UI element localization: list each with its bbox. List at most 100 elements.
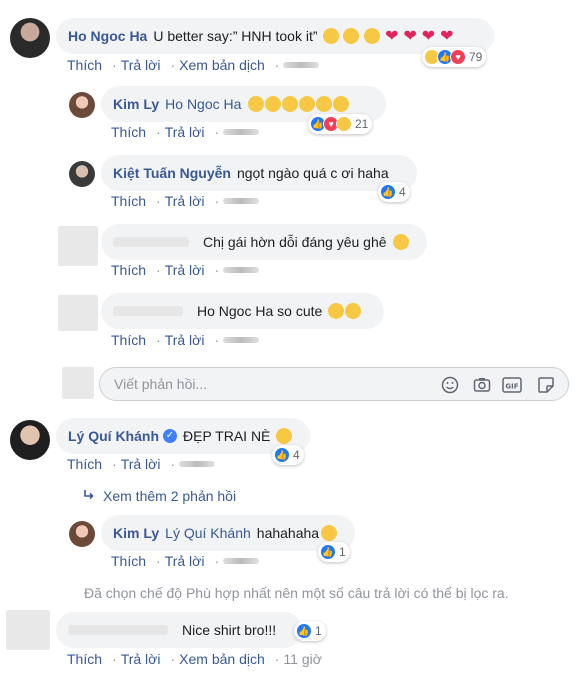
- separator: ·: [170, 651, 176, 667]
- separator: ·: [170, 57, 176, 73]
- face-with-hand-over-mouth-emoji-icon: [248, 96, 265, 112]
- face-blowing-kiss-emoji-icon: [316, 96, 333, 112]
- like-reaction-icon: 👍: [274, 447, 290, 463]
- reply-input[interactable]: [114, 376, 414, 392]
- more-replies-label: Xem thêm 2 phản hồi: [103, 488, 237, 504]
- camera-icon[interactable]: [472, 375, 492, 395]
- reply-link[interactable]: Trả lời: [121, 651, 161, 667]
- avatar[interactable]: [69, 521, 95, 547]
- comment-actions: Thích · Trả lời ·: [111, 332, 269, 348]
- tagged-user[interactable]: Lý Quí Khánh: [165, 525, 251, 541]
- timestamp-blurred: [179, 461, 216, 467]
- comment-text: ĐẸP TRAI NÈ: [183, 428, 271, 444]
- like-reaction-icon: 👍: [296, 623, 312, 639]
- avatar-blurred[interactable]: [6, 610, 50, 650]
- reaction-summary[interactable]: 👍 1: [318, 542, 350, 562]
- reply-arrow-icon: [83, 488, 95, 504]
- see-translation-link[interactable]: Xem bản dịch: [179, 651, 265, 667]
- heart-eyes-emoji-icon: [345, 303, 362, 319]
- reply-link[interactable]: Trả lời: [121, 57, 161, 73]
- comment-bubble: Chị gái hờn dỗi đáng yêu ghê: [101, 224, 427, 260]
- avatar[interactable]: [10, 18, 50, 58]
- commenter-name-blurred[interactable]: [113, 306, 183, 316]
- avatar-blurred[interactable]: [58, 226, 98, 266]
- tagged-user[interactable]: Ho Ngoc Ha: [165, 96, 241, 112]
- comment-bubble: Lý Quí Khánh ✓ ĐẸP TRAI NÈ: [56, 418, 310, 454]
- heart-eyes-emoji-icon: [392, 234, 409, 250]
- timestamp-blurred: [223, 267, 260, 273]
- more-replies-link[interactable]: Xem thêm 2 phản hồi: [83, 488, 236, 504]
- comment-actions: Thích · Trả lời · Xem bản dịch ·: [67, 57, 329, 73]
- like-link[interactable]: Thích: [111, 193, 146, 209]
- avatar-blurred[interactable]: [58, 295, 98, 331]
- commenter-name[interactable]: Kim Ly: [113, 525, 159, 541]
- emoji-picker-icon[interactable]: [440, 375, 460, 395]
- reaction-count: 4: [399, 185, 406, 199]
- reaction-count: 21: [355, 117, 369, 131]
- reply-link[interactable]: Trả lời: [165, 193, 205, 209]
- avatar[interactable]: [69, 92, 95, 118]
- reply-link[interactable]: Trả lời: [165, 332, 205, 348]
- reaction-count: 4: [293, 448, 300, 462]
- like-link[interactable]: Thích: [67, 456, 102, 472]
- separator: ·: [112, 651, 117, 667]
- separator: ·: [156, 193, 161, 209]
- like-link[interactable]: Thích: [67, 57, 102, 73]
- reply-link[interactable]: Trả lời: [165, 262, 205, 278]
- face-with-hand-over-mouth-emoji-icon: [282, 96, 299, 112]
- avatar-blurred: [62, 367, 94, 399]
- separator: ·: [214, 124, 220, 140]
- separator: ·: [274, 651, 280, 667]
- reply-link[interactable]: Trả lời: [165, 553, 205, 569]
- reaction-summary[interactable]: 👍 ♥ 79: [422, 47, 487, 67]
- timestamp[interactable]: 11 giờ: [283, 651, 322, 667]
- reply-input-box[interactable]: GIF: [99, 367, 569, 401]
- separator: ·: [156, 553, 161, 569]
- like-reaction-icon: 👍: [380, 184, 396, 200]
- commenter-name[interactable]: Kiệt Tuấn Nguyễn: [113, 165, 231, 181]
- reply-link[interactable]: Trả lời: [165, 124, 205, 140]
- smiling-sweat-emoji-icon: [276, 428, 293, 444]
- separator: ·: [214, 193, 220, 209]
- comment-bubble: Kim Ly Lý Quí Khánh hahahaha: [101, 515, 355, 551]
- comment-bubble: Ho Ngoc Ha so cute: [101, 293, 384, 329]
- like-link[interactable]: Thích: [111, 124, 146, 140]
- timestamp-blurred: [223, 337, 260, 343]
- red-heart-emoji-icon: ❤: [403, 28, 417, 45]
- separator: ·: [112, 456, 117, 472]
- emoji-group: ❤ ❤ ❤ ❤: [322, 26, 453, 46]
- like-link[interactable]: Thích: [111, 332, 146, 348]
- reaction-summary[interactable]: 👍 1: [294, 621, 326, 641]
- timestamp-blurred: [223, 558, 260, 564]
- timestamp-blurred: [223, 129, 260, 135]
- comment-text: ngọt ngào quá c ơi haha: [236, 165, 389, 181]
- comment-text: Chị gái hờn dỗi đáng yêu ghê: [203, 234, 387, 250]
- like-link[interactable]: Thích: [111, 262, 146, 278]
- separator: ·: [156, 124, 161, 140]
- commenter-name-blurred[interactable]: [68, 625, 168, 635]
- reply-link[interactable]: Trả lời: [121, 456, 161, 472]
- see-translation-link[interactable]: Xem bản dịch: [179, 57, 265, 73]
- like-link[interactable]: Thích: [67, 651, 102, 667]
- avatar[interactable]: [10, 420, 50, 460]
- commenter-name[interactable]: Ho Ngoc Ha: [68, 28, 147, 44]
- gif-icon[interactable]: GIF: [502, 375, 522, 395]
- reaction-summary[interactable]: 👍 4: [378, 182, 410, 202]
- avatar[interactable]: [69, 161, 95, 187]
- commenter-name[interactable]: Kim Ly: [113, 96, 159, 112]
- comment-actions: Thích · Trả lời · Xem bản dịch · 11 giờ: [67, 651, 332, 667]
- face-blowing-kiss-emoji-icon: [333, 96, 350, 112]
- commenter-name-blurred[interactable]: [113, 237, 189, 247]
- reaction-summary[interactable]: 👍 4: [272, 445, 304, 465]
- like-link[interactable]: Thích: [111, 553, 146, 569]
- hugging-face-emoji-icon: [328, 303, 345, 319]
- reaction-summary[interactable]: 👍 ♥ 21: [308, 114, 373, 134]
- separator: ·: [214, 262, 220, 278]
- comment-text: hahahaha: [256, 525, 320, 541]
- commenter-name[interactable]: Lý Quí Khánh: [68, 428, 159, 444]
- sticker-icon[interactable]: [536, 375, 556, 395]
- separator: ·: [156, 262, 161, 278]
- comment-actions: Thích · Trả lời ·: [67, 456, 225, 472]
- comment-actions: Thích · Trả lời ·: [111, 124, 269, 140]
- comment-actions: Thích · Trả lời ·: [111, 262, 269, 278]
